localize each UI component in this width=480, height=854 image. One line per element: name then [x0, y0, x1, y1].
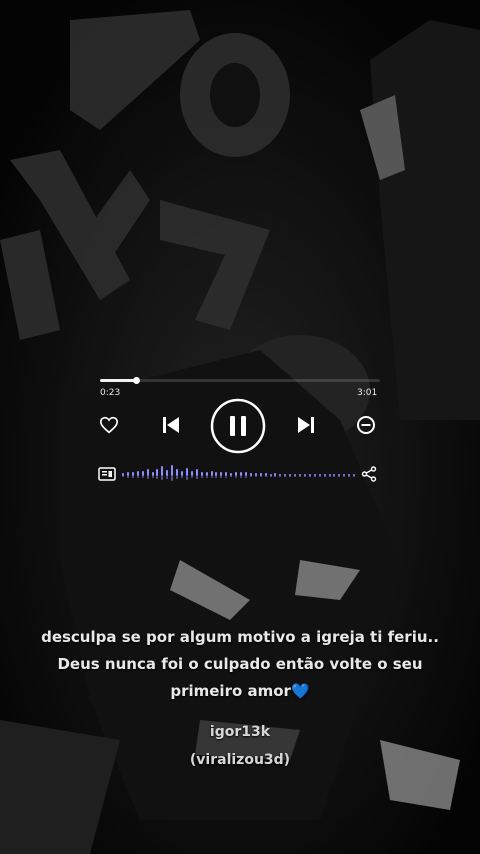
- caption-line-1: desculpa se por algum motivo a igreja ti…: [41, 628, 439, 646]
- waveform-bar-reflection: [269, 476, 272, 477]
- waveform-bar-reflection: [303, 476, 306, 477]
- waveform-bar: [156, 469, 159, 476]
- waveform-bar-reflection: [225, 476, 228, 478]
- waveform-bar-reflection: [274, 476, 277, 478]
- waveform-bar-reflection: [294, 476, 297, 477]
- skip-next-icon: [298, 417, 314, 433]
- waveform-bar-reflection: [244, 476, 247, 478]
- credit-tag: (viralizou3d): [189, 752, 291, 768]
- waveform-bar-reflection: [220, 476, 223, 478]
- previous-button[interactable]: [159, 414, 183, 436]
- waveform-bar-reflection: [136, 476, 139, 479]
- waveform-bar-reflection: [171, 476, 174, 481]
- caption-line-3-text: primeiro amor: [170, 682, 291, 700]
- waveform-bar-reflection: [161, 476, 164, 480]
- waveform-bar-reflection: [308, 476, 311, 477]
- waveform[interactable]: [122, 458, 358, 488]
- waveform-bar-reflection: [122, 476, 124, 478]
- progress-fill: [100, 379, 137, 382]
- waveform-bar-reflection: [264, 476, 267, 478]
- waveform-bar: [161, 466, 164, 476]
- waveform-bar-reflection: [299, 476, 301, 477]
- waveform-bar-reflection: [249, 476, 252, 478]
- waveform-bar-reflection: [205, 476, 208, 478]
- share-button[interactable]: [360, 465, 378, 483]
- waveform-bar-reflection: [240, 476, 242, 478]
- share-icon: [361, 466, 377, 482]
- waveform-bar-reflection: [230, 476, 233, 478]
- waveform-bar-reflection: [333, 476, 336, 477]
- caption-line-3: primeiro amor💙: [0, 678, 480, 705]
- waveform-bar-reflection: [156, 476, 159, 479]
- waveform-bar-reflection: [313, 476, 316, 477]
- waveform-bar-reflection: [338, 476, 341, 477]
- waveform-bar-reflection: [323, 476, 326, 477]
- waveform-bar-reflection: [215, 476, 218, 478]
- waveform-bar: [146, 468, 149, 476]
- blue-heart-emoji: 💙: [290, 682, 310, 700]
- pause-icon: [210, 398, 266, 454]
- waveform-bar-reflection: [181, 476, 183, 479]
- heart-icon: [99, 416, 119, 434]
- waveform-bar-reflection: [348, 476, 351, 477]
- waveform-bar-reflection: [328, 476, 331, 477]
- waveform-bar-reflection: [353, 476, 356, 477]
- waveform-bar-reflection: [200, 476, 203, 478]
- credit-author: igor13k: [209, 724, 271, 740]
- progress-knob[interactable]: [133, 377, 141, 384]
- lyrics-card-icon: [98, 467, 116, 481]
- waveform-bar-reflection: [176, 476, 179, 479]
- waveform-bar-reflection: [284, 476, 287, 477]
- waveform-bar-reflection: [146, 476, 149, 479]
- caption-text: desculpa se por algum motivo a igreja ti…: [0, 624, 480, 705]
- waveform-bar-reflection: [166, 476, 169, 479]
- play-pause-button[interactable]: [210, 398, 266, 454]
- waveform-bar-reflection: [289, 476, 292, 477]
- skip-previous-icon: [163, 417, 179, 433]
- caption-line-2: Deus nunca foi o culpado então volte o s…: [57, 655, 423, 673]
- lyrics-button[interactable]: [97, 466, 117, 482]
- waveform-bar-reflection: [185, 476, 188, 480]
- waveform-bar: [185, 467, 188, 476]
- waveform-bar-reflection: [141, 476, 144, 478]
- time-elapsed: 0:23: [100, 388, 121, 398]
- waveform-bar-reflection: [131, 476, 134, 478]
- remove-button[interactable]: [355, 414, 377, 436]
- waveform-bar: [171, 464, 174, 476]
- time-total: 3:01: [357, 388, 378, 398]
- waveform-bar-reflection: [151, 476, 154, 478]
- waveform-bar-reflection: [254, 476, 257, 478]
- waveform-bar-reflection: [235, 476, 238, 478]
- waveform-bar-reflection: [279, 476, 282, 477]
- like-button[interactable]: [98, 414, 120, 436]
- next-button[interactable]: [294, 414, 318, 436]
- waveform-bar: [195, 469, 198, 476]
- waveform-bar-reflection: [259, 476, 262, 478]
- progress-bar[interactable]: [100, 377, 380, 384]
- waveform-bar-reflection: [318, 476, 321, 477]
- waveform-bar-reflection: [195, 476, 198, 479]
- waveform-bar-reflection: [343, 476, 346, 477]
- waveform-bar-reflection: [190, 476, 193, 478]
- waveform-bar: [176, 468, 179, 476]
- waveform-bar-reflection: [210, 476, 213, 479]
- waveform-bar-reflection: [126, 476, 129, 478]
- minus-circle-icon: [357, 416, 375, 434]
